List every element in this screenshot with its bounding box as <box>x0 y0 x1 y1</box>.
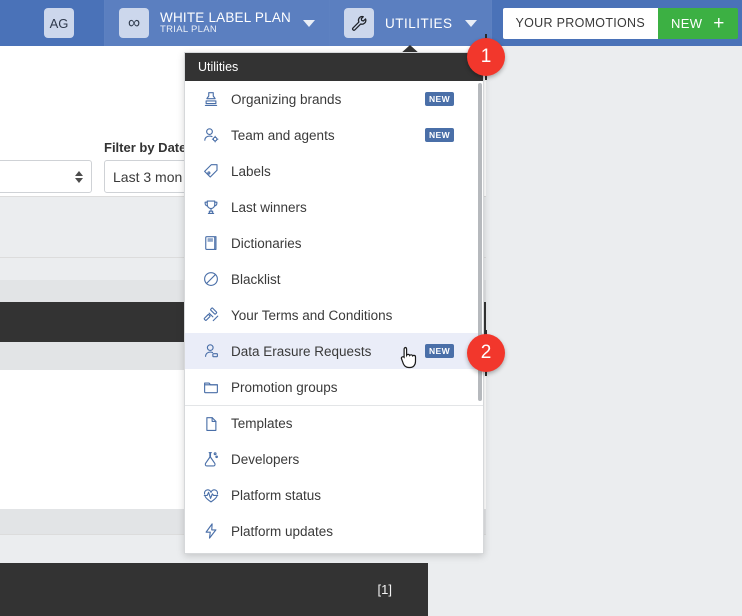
filter-by-date-label: Filter by Date <box>104 140 187 155</box>
plan-name: WHITE LABEL PLAN <box>160 9 291 25</box>
chevron-down-icon <box>303 19 315 27</box>
marker-2-number: 2 <box>480 342 492 363</box>
new-button-label: NEW <box>671 15 703 31</box>
annotation-marker-1: 1 <box>467 38 505 76</box>
gavel-icon <box>198 306 224 324</box>
menu-item-label: Developers <box>231 451 300 467</box>
menu-item-platform-updates[interactable]: Platform updates <box>185 513 483 549</box>
menu-item-label: Dictionaries <box>231 235 302 251</box>
wrench-icon <box>344 8 374 38</box>
tag-icon <box>198 162 224 180</box>
stepper-icon <box>75 170 83 183</box>
date-range-value: Last 3 mon <box>113 168 183 185</box>
menu-item-label: Data Erasure Requests <box>231 343 372 359</box>
user-card-icon <box>198 342 224 360</box>
menu-item-label: Templates <box>231 416 293 431</box>
menu-item-templates[interactable]: Templates <box>185 405 483 441</box>
menu-item-developers[interactable]: Developers <box>185 441 483 477</box>
heartbeat-icon <box>198 486 224 504</box>
menu-item-data-erasure-requests[interactable]: Data Erasure Requests NEW <box>185 333 483 369</box>
bolt-icon <box>198 522 224 540</box>
plan-text: WHITE LABEL PLAN TRIAL PLAN <box>160 10 291 36</box>
new-badge: NEW <box>424 92 454 106</box>
promo-button-group: YOUR PROMOTIONS NEW + <box>492 0 738 46</box>
screen: Filter by Date Last 3 mon AG ∞ WHITE LAB… <box>0 0 742 616</box>
book-icon <box>198 234 224 252</box>
user-gear-icon <box>198 126 224 144</box>
annotation-marker-2: 2 <box>467 334 505 372</box>
marker-1-number: 1 <box>480 46 492 67</box>
file-icon <box>198 415 224 433</box>
avatar: AG <box>44 8 74 38</box>
ban-icon <box>198 270 224 288</box>
menu-item-label: Platform status <box>231 487 322 503</box>
plus-icon: + <box>713 12 725 34</box>
top-header: AG ∞ WHITE LABEL PLAN TRIAL PLAN UTILITI… <box>0 0 742 55</box>
folder-icon <box>198 378 224 396</box>
menu-item-promotion-groups[interactable]: Promotion groups <box>185 369 483 405</box>
new-badge: NEW <box>424 344 454 358</box>
mouse-cursor-icon <box>400 346 420 370</box>
menu-item-label: Platform updates <box>231 523 334 539</box>
your-promotions-button[interactable]: YOUR PROMOTIONS <box>502 7 659 39</box>
menu-item-label: Labels <box>231 163 271 179</box>
menu-item-team-and-agents[interactable]: Team and agents NEW <box>185 117 483 153</box>
menu-item-dictionaries[interactable]: Dictionaries <box>185 225 483 261</box>
menu-item-label: Your Terms and Conditions <box>231 307 393 323</box>
chevron-down-icon <box>464 19 477 27</box>
menu-item-label: Last winners <box>231 199 307 215</box>
menu-item-label: Organizing brands <box>231 91 342 107</box>
menu-item-last-winners[interactable]: Last winners <box>185 189 483 225</box>
utilities-dropdown-menu: Utilities Organizing brands NEW Team and a… <box>184 52 484 554</box>
menu-item-organizing-brands[interactable]: Organizing brands NEW <box>185 81 483 117</box>
utilities-menu-button[interactable]: UTILITIES <box>330 0 492 55</box>
menu-item-list: Organizing brands NEW Team and agents NEW La… <box>185 81 483 549</box>
generic-select[interactable] <box>0 160 92 193</box>
menu-item-blacklist[interactable]: Blacklist <box>185 261 483 297</box>
new-badge: NEW <box>424 128 454 142</box>
menu-item-label: Promotion groups <box>231 379 338 395</box>
new-promotion-button[interactable]: NEW + <box>658 7 738 39</box>
footer-bar: [1] <box>0 563 428 616</box>
menu-item-label: Team and agents <box>231 127 335 143</box>
menu-title: Utilities <box>185 53 483 81</box>
flask-icon <box>198 450 224 468</box>
menu-item-platform-status[interactable]: Platform status <box>185 477 483 513</box>
plan-selector[interactable]: ∞ WHITE LABEL PLAN TRIAL PLAN <box>105 0 330 46</box>
menu-item-labels[interactable]: Labels <box>185 153 483 189</box>
user-avatar-button[interactable]: AG <box>0 0 105 46</box>
menu-item-your-terms-and-conditions[interactable]: Your Terms and Conditions <box>185 297 483 333</box>
trophy-icon <box>198 198 224 216</box>
infinity-icon: ∞ <box>119 8 149 38</box>
menu-item-label: Blacklist <box>231 271 281 287</box>
plan-sub: TRIAL PLAN <box>160 24 218 36</box>
utilities-label: UTILITIES <box>385 15 453 31</box>
stamp-icon <box>198 90 224 108</box>
page-indicator: [1] <box>377 582 392 597</box>
